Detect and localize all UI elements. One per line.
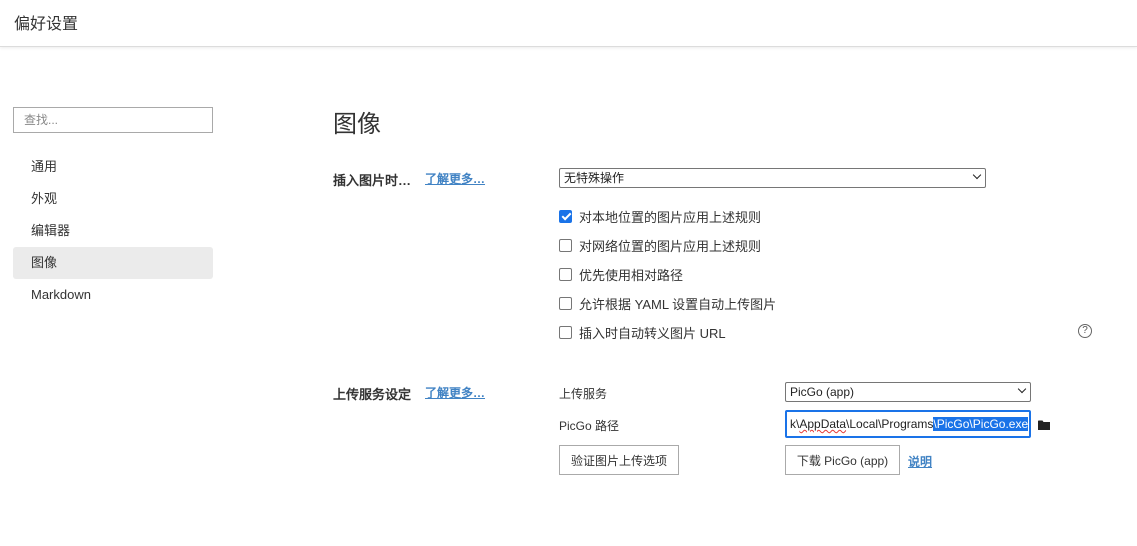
sidebar-item-general[interactable]: 通用 [13, 151, 213, 183]
page-title: 图像 [333, 111, 381, 138]
checkbox-escape-url[interactable] [559, 325, 572, 339]
checkbox-apply-network[interactable] [559, 238, 572, 252]
path-selected-text: \PicGo\PicGo.exe [933, 417, 1029, 431]
option-yaml-upload[interactable]: 允许根据 YAML 设置自动上传图片 [559, 294, 776, 312]
option-relative-path[interactable]: 优先使用相对路径 [559, 265, 683, 283]
upload-service-value: PicGo (app) [790, 385, 855, 399]
upload-service-label: 上传服务 [559, 387, 608, 401]
option-apply-local-label: 对本地位置的图片应用上述规则 [579, 209, 762, 225]
sidebar-item-editor[interactable]: 编辑器 [13, 215, 213, 247]
checkbox-yaml-upload[interactable] [559, 296, 572, 310]
option-apply-network-label: 对网络位置的图片应用上述规则 [579, 238, 762, 254]
explain-link[interactable]: 说明 [908, 453, 932, 470]
window-title: 偏好设置 [14, 16, 79, 33]
option-yaml-upload-label: 允许根据 YAML 设置自动上传图片 [579, 296, 777, 312]
upload-service-settings-label: 上传服务设定 [333, 387, 412, 402]
option-escape-url[interactable]: 插入时自动转义图片 URL [559, 323, 726, 341]
chevron-down-icon [972, 170, 982, 180]
sidebar-item-appearance[interactable]: 外观 [13, 183, 213, 215]
sidebar-item-image[interactable]: 图像 [13, 247, 213, 279]
chevron-down-icon [1017, 384, 1027, 394]
search-input[interactable] [13, 107, 213, 133]
picgo-path-input[interactable]: k\AppData\Local\Programs\PicGo\PicGo.exe [785, 410, 1031, 438]
path-misspelled-segment: AppData [799, 417, 847, 431]
sidebar-item-markdown[interactable]: Markdown [13, 279, 213, 311]
path-prefix: k\ [790, 417, 800, 431]
option-relative-path-label: 优先使用相对路径 [579, 267, 684, 283]
option-escape-url-label: 插入时自动转义图片 URL [579, 325, 726, 341]
window-titlebar: 偏好设置 [0, 0, 1137, 47]
insert-image-label: 插入图片时… [333, 173, 412, 188]
upload-learn-more-link[interactable]: 了解更多… [425, 384, 485, 401]
upload-service-select[interactable]: PicGo (app) [785, 382, 1031, 402]
insert-image-learn-more-link[interactable]: 了解更多… [425, 170, 485, 187]
checkbox-apply-local[interactable] [559, 209, 572, 223]
insert-image-action-select[interactable]: 无特殊操作 [559, 168, 986, 188]
sidebar-nav: 通用 外观 编辑器 图像 Markdown [13, 151, 213, 311]
insert-image-action-value: 无特殊操作 [564, 171, 625, 185]
folder-icon[interactable] [1038, 420, 1050, 430]
option-apply-network[interactable]: 对网络位置的图片应用上述规则 [559, 236, 761, 254]
path-middle: \Local\Programs [846, 417, 934, 431]
option-apply-local[interactable]: 对本地位置的图片应用上述规则 [559, 207, 761, 225]
checkbox-relative-path[interactable] [559, 267, 572, 281]
verify-upload-button[interactable]: 验证图片上传选项 [559, 445, 679, 475]
download-picgo-button[interactable]: 下载 PicGo (app) [785, 445, 900, 475]
question-circle-icon[interactable]: ? [1078, 324, 1092, 338]
picgo-path-label: PicGo 路径 [559, 419, 620, 433]
